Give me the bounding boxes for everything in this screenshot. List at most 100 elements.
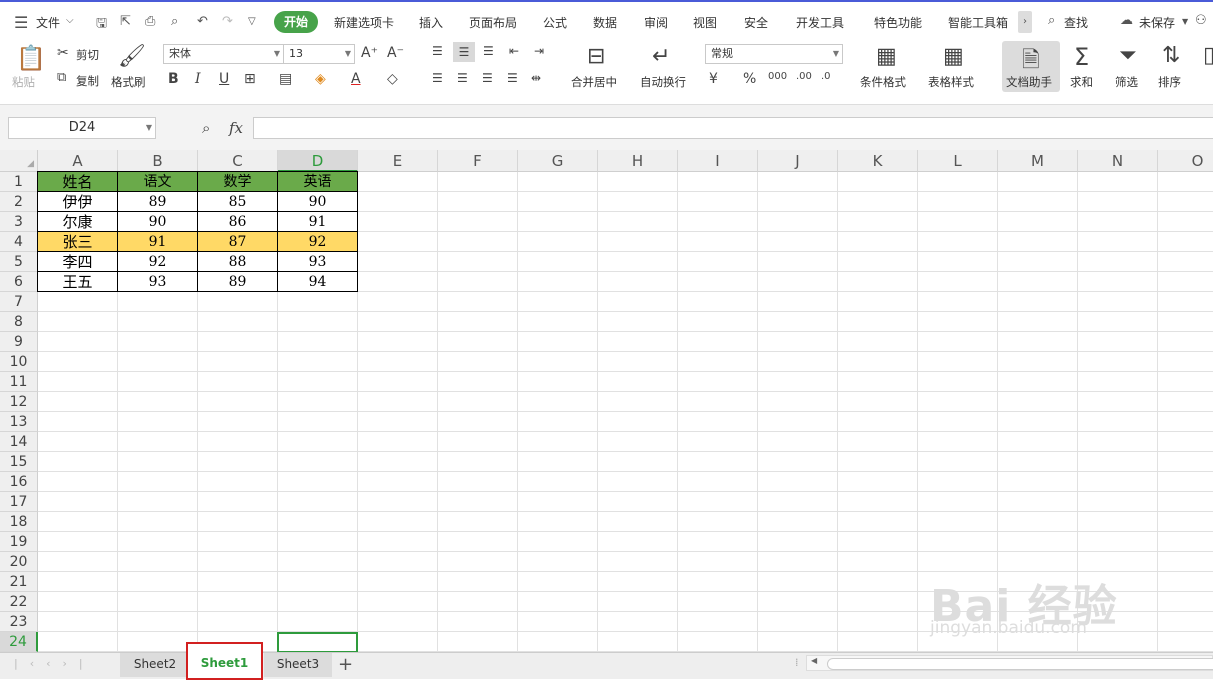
row-header-21[interactable]: 21 [0,572,38,592]
copy-label[interactable]: 复制 [76,73,99,89]
italic-icon[interactable]: I [195,71,201,87]
sum-label[interactable]: 求和 [1070,74,1093,90]
more-icon[interactable]: ▽ [248,16,256,27]
filter-icon[interactable]: ⏷ [1119,43,1137,68]
tab-start[interactable]: 开始 [274,11,318,33]
table-cell[interactable]: 91 [117,231,198,252]
percent-icon[interactable]: % [743,71,756,87]
sheet-nav-arrows-icon[interactable]: |‹‹›| [14,657,95,670]
table-cell[interactable]: 王五 [37,271,118,292]
align-bottom-icon[interactable]: ☰ [483,44,494,58]
redo-icon[interactable]: ↷ [222,14,233,29]
align-left-icon[interactable]: ☰ [432,71,443,85]
align-center-icon[interactable]: ☰ [457,71,468,85]
tab-formula[interactable]: 公式 [543,14,567,31]
row-header-14[interactable]: 14 [0,432,38,452]
column-header-a[interactable]: A [38,150,118,172]
table-cell[interactable]: 88 [197,251,278,272]
chevron-down-icon[interactable]: ⌵ [66,15,74,26]
table-style-icon[interactable]: ▦ [943,44,964,69]
selected-cell[interactable] [277,632,358,653]
user-icon[interactable]: ⚇ [1195,13,1207,28]
table-cell[interactable]: 93 [277,251,358,272]
print-icon[interactable]: ⎙ [145,14,155,29]
export-icon[interactable]: ⇱ [120,14,131,29]
thousands-icon[interactable]: 000 [768,71,787,82]
row-header-5[interactable]: 5 [0,252,38,272]
table-cell[interactable]: 伊伊 [37,191,118,212]
wrap-text-label[interactable]: 自动换行 [640,74,686,90]
table-cell[interactable]: 94 [277,271,358,292]
sheet-tab[interactable]: Sheet3 [264,653,332,677]
table-cell[interactable]: 92 [117,251,198,272]
cut-icon[interactable]: ✂ [57,45,69,61]
save-icon[interactable]: 🖫 [96,14,107,36]
row-header-17[interactable]: 17 [0,492,38,512]
row-header-4[interactable]: 4 [0,232,38,252]
row-header-8[interactable]: 8 [0,312,38,332]
row-header-20[interactable]: 20 [0,552,38,572]
table-cell[interactable]: 90 [117,211,198,232]
format-icon[interactable]: ▯ [1203,43,1213,68]
table-header-cell[interactable]: 姓名 [37,171,118,192]
column-header-d[interactable]: D [278,150,358,172]
table-style-label[interactable]: 表格样式 [928,74,974,90]
tab-view[interactable]: 视图 [693,14,717,31]
paste-icon[interactable]: 📋 [16,44,46,72]
table-cell[interactable]: 李四 [37,251,118,272]
tab-new[interactable]: 新建选项卡 [334,14,394,31]
tab-smart-tools[interactable]: 智能工具箱 [948,14,1008,31]
splitter-icon[interactable]: ⁞ [795,656,799,669]
tab-review[interactable]: 审阅 [644,14,668,31]
distribute-icon[interactable]: ⇹ [531,71,541,85]
scrollbar-thumb[interactable] [827,658,1213,670]
table-cell[interactable]: 尔康 [37,211,118,232]
table-cell[interactable]: 93 [117,271,198,292]
wrap-text-icon[interactable]: ↵ [652,44,670,69]
table-cell[interactable]: 91 [277,211,358,232]
table-cell[interactable]: 89 [197,271,278,292]
column-header-h[interactable]: H [598,150,678,172]
row-header-24[interactable]: 24 [0,632,38,652]
row-header-10[interactable]: 10 [0,352,38,372]
scroll-right-icon[interactable]: › [1018,11,1032,33]
clear-format-icon[interactable]: ◇ [387,71,398,87]
tab-developer[interactable]: 开发工具 [796,14,844,31]
align-top-icon[interactable]: ☰ [432,44,443,58]
fx-icon[interactable]: fx [229,119,243,137]
row-header-22[interactable]: 22 [0,592,38,612]
merge-center-label[interactable]: 合并居中 [571,74,617,90]
row-header-12[interactable]: 12 [0,392,38,412]
align-middle-icon[interactable]: ☰ [453,42,475,62]
font-name-select[interactable]: 宋体 ▼ [163,44,284,64]
column-header-i[interactable]: I [678,150,758,172]
merge-center-icon[interactable]: ⊟ [587,44,605,69]
row-header-18[interactable]: 18 [0,512,38,532]
table-cell[interactable]: 90 [277,191,358,212]
paste-label[interactable]: 粘贴 [12,74,35,90]
dropdown-arrow-icon[interactable]: ▼ [1182,17,1188,26]
cloud-icon[interactable]: ☁ [1120,13,1133,28]
row-header-6[interactable]: 6 [0,272,38,292]
tab-insert[interactable]: 插入 [419,14,443,31]
font-increase-icon[interactable]: A⁺ [361,45,378,61]
table-cell[interactable]: 85 [197,191,278,212]
align-right-icon[interactable]: ☰ [482,71,493,85]
row-header-3[interactable]: 3 [0,212,38,232]
bold-icon[interactable]: B [168,71,179,87]
table-cell[interactable]: 86 [197,211,278,232]
tab-page-layout[interactable]: 页面布局 [469,14,517,31]
column-header-f[interactable]: F [438,150,518,172]
search-label[interactable]: 查找 [1064,14,1088,31]
fill-color-icon[interactable]: ◈ [315,71,326,87]
currency-icon[interactable]: ¥ [709,71,718,87]
format-painter-icon[interactable]: 🖌 [118,44,146,69]
table-cell[interactable]: 89 [117,191,198,212]
indent-increase-icon[interactable]: ⇥ [534,44,544,58]
column-header-j[interactable]: J [758,150,838,172]
row-header-7[interactable]: 7 [0,292,38,312]
hamburger-menu-icon[interactable]: ☰ [14,13,28,32]
column-header-c[interactable]: C [198,150,278,172]
sum-icon[interactable]: Σ [1074,43,1089,71]
font-color-icon[interactable]: A [351,71,361,87]
